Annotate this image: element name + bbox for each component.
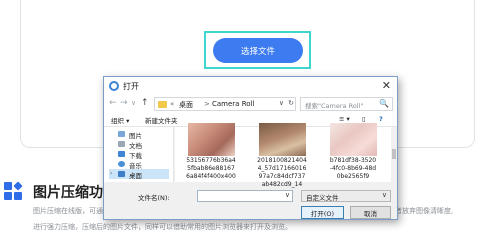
- documents-icon: [118, 141, 125, 147]
- file-list: 53156776b36a4 5fbab86e88167 6a84f4f400x4…: [175, 123, 391, 188]
- nav-item-downloads[interactable]: 下载: [109, 149, 169, 160]
- forward-arrow-icon[interactable]: →: [120, 98, 128, 108]
- preview-pane-icon[interactable]: ▯: [362, 115, 366, 123]
- file-name[interactable]: 53156776b36a4 5fbab86e88167 6a84f4f400x4…: [181, 157, 241, 181]
- file-thumbnail[interactable]: [330, 123, 377, 156]
- file-type-value: 自定义文件: [306, 194, 339, 202]
- nav-item-desktop[interactable]: › 桌面: [109, 169, 169, 180]
- chrome-app-icon: [109, 81, 119, 91]
- nav-item-label: 桌面: [129, 172, 142, 180]
- back-arrow-icon[interactable]: ←: [109, 98, 117, 108]
- address-bar[interactable]: « 桌面 > Camera Roll ∨ ↻: [154, 97, 296, 111]
- file-thumbnail[interactable]: [259, 123, 306, 156]
- refresh-icon[interactable]: ↻: [288, 99, 294, 107]
- navigation-pane: 图片 文档 下载 音乐 › 桌面: [104, 127, 174, 182]
- download-icon: [118, 151, 125, 157]
- dialog-title: 打开: [123, 82, 139, 91]
- music-icon: [118, 161, 125, 167]
- breadcrumb-desktop[interactable]: 桌面: [179, 100, 193, 110]
- organize-menu-button[interactable]: 组织 ▾: [111, 115, 129, 125]
- nav-item-music[interactable]: 音乐: [109, 159, 169, 170]
- chevron-down-icon[interactable]: ∨: [285, 191, 290, 199]
- feature-description-line1: 图片压缩在线版，可通: [33, 207, 103, 215]
- open-button[interactable]: 打开(O): [301, 206, 344, 219]
- new-folder-button[interactable]: 新建文件夹: [145, 115, 178, 125]
- breadcrumb-separator: >: [204, 100, 210, 108]
- dialog-titlebar[interactable]: 打开 ✕: [104, 77, 397, 95]
- open-file-dialog: 打开 ✕ ← → ∨ ↑ « 桌面 > Camera Roll ∨ ↻ 搜索"C…: [103, 76, 398, 220]
- scrollbar-thumb[interactable]: [392, 149, 396, 159]
- feature-grid-icon: [4, 181, 24, 202]
- search-placeholder: 搜索"Camera Roll": [305, 102, 364, 110]
- select-button-highlight: 选择文件: [204, 31, 311, 69]
- expand-arrow-icon[interactable]: ›: [110, 170, 112, 177]
- feature-description-line2: 进行强力压缩，压缩后的图片文件，同样可以借助常用的图片浏览器来打开及浏览。: [33, 223, 292, 231]
- close-icon[interactable]: ✕: [382, 79, 391, 92]
- select-file-button[interactable]: 选择文件: [213, 38, 303, 63]
- feature-description-line1-right: 者放弃图像清晰度,: [395, 207, 454, 215]
- pictures-icon: [118, 131, 125, 137]
- file-name[interactable]: 2018100821404 4_57d17166016 97a7c84dcf73…: [252, 157, 312, 189]
- desktop-icon: [118, 171, 125, 177]
- search-input[interactable]: 搜索"Camera Roll" 🔍: [300, 97, 393, 111]
- nav-item-pictures[interactable]: 图片: [109, 129, 169, 140]
- folder-icon: [158, 101, 167, 108]
- nav-item-documents[interactable]: 文档: [109, 139, 169, 150]
- filename-label: 文件名(N):: [138, 194, 170, 202]
- file-list-scrollbar[interactable]: [391, 127, 397, 182]
- view-options-icon[interactable]: ≡ ▾: [339, 115, 350, 123]
- breadcrumb-camera-roll[interactable]: Camera Roll: [212, 100, 254, 108]
- file-name[interactable]: b781df38-3520 -4fc0-8b69-48d 0be2565f9: [323, 157, 383, 181]
- address-overflow-chevron[interactable]: «: [170, 100, 174, 108]
- cancel-button[interactable]: 取消: [350, 206, 391, 219]
- recent-locations-icon[interactable]: ∨: [131, 99, 136, 107]
- file-type-select[interactable]: 自定义文件 ∨: [301, 190, 391, 202]
- chevron-down-icon[interactable]: ∨: [382, 191, 387, 199]
- filename-field[interactable]: ∨: [197, 190, 293, 202]
- chevron-down-icon[interactable]: ∨: [279, 99, 284, 107]
- search-icon[interactable]: 🔍: [379, 99, 389, 108]
- address-row: ← → ∨ ↑ « 桌面 > Camera Roll ∨ ↻ 搜索"Camera…: [104, 95, 397, 113]
- help-icon[interactable]: ?: [379, 115, 383, 123]
- up-arrow-icon[interactable]: ↑: [141, 98, 149, 108]
- file-thumbnail[interactable]: [188, 123, 235, 156]
